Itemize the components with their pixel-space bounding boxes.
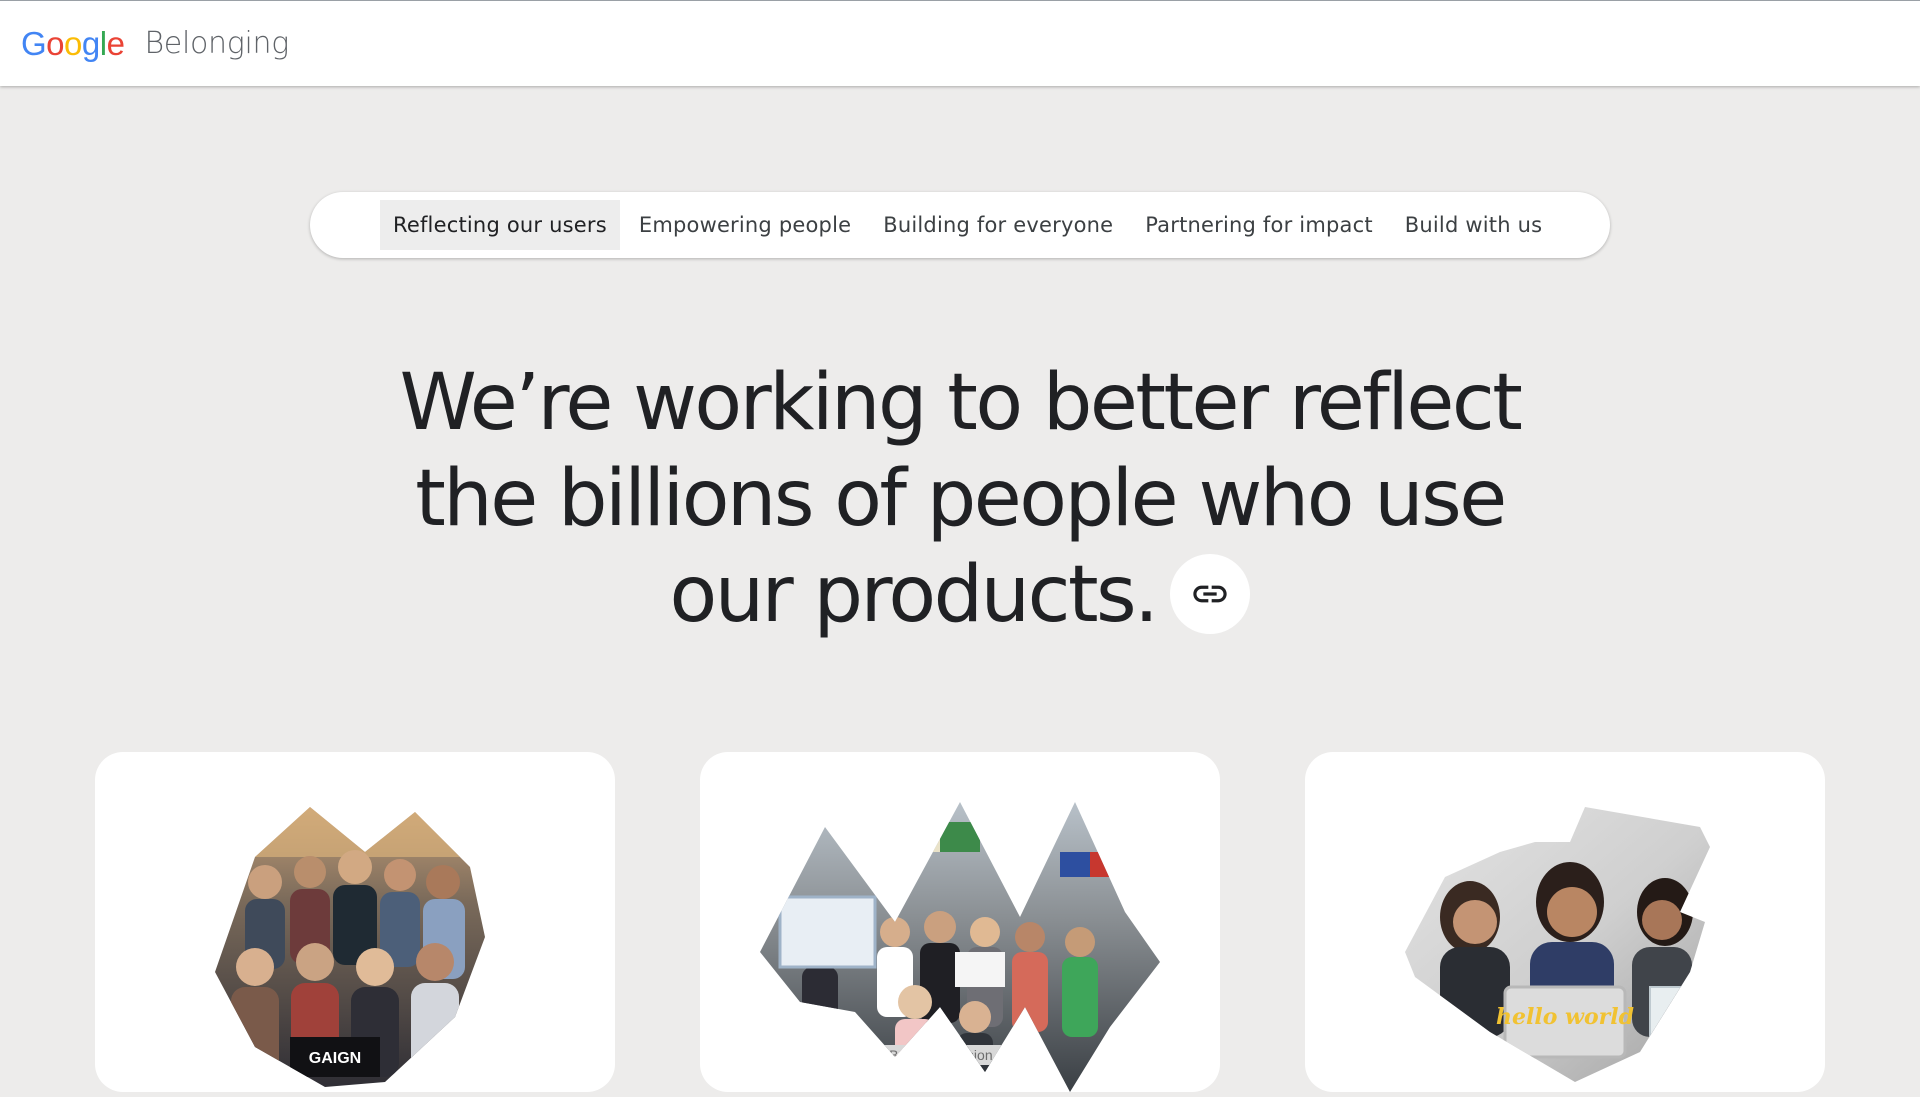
photo-sign-text: #BOLDImmersion [881,1047,992,1063]
logo-letter: e [106,24,125,62]
site-title[interactable]: Belonging [144,26,289,61]
tab-building-for-everyone[interactable]: Building for everyone [870,200,1126,250]
google-logo[interactable]: Google [21,24,125,63]
team-photo-zigzag-collage: #BOLDImmersion [760,802,1160,1092]
tab-reflecting-our-users[interactable]: Reflecting our users [380,200,620,250]
section-nav: Reflecting our users Empowering people B… [310,192,1610,258]
team-photo-bolt-collage: hello world [1405,807,1710,1082]
logo-letter: o [64,24,82,62]
copy-link-button[interactable] [1170,553,1251,634]
logo-letter: l [99,24,107,62]
hero-line: We’re working to better reflect [399,358,1523,448]
tab-build-with-us[interactable]: Build with us [1392,200,1555,250]
hero-line-text: our products. [669,550,1159,640]
logo-letter: g [81,24,100,62]
logo-letter: G [21,24,47,62]
photo-sign-text: hello world [1496,1004,1634,1030]
team-photo-shield-collage: GAIGN [215,807,485,1087]
logo-letter: o [46,24,65,62]
photo-sign-text: GAIGN [309,1050,361,1067]
hero-line: our products. [360,547,1560,643]
tab-empowering-people[interactable]: Empowering people [626,200,864,250]
link-icon [1193,585,1228,602]
hero-line-text: the billions of people who use [415,454,1507,544]
card-empowering[interactable]: #BOLDImmersion [700,752,1220,1092]
hero-headline: We’re working to better reflect the bill… [360,355,1560,643]
card-reflecting[interactable]: GAIGN [95,752,615,1092]
hero-line: the billions of people who use [360,451,1560,547]
card-building[interactable]: hello world [1305,752,1825,1092]
site-header: Google Belonging [0,0,1920,86]
tab-partnering-for-impact[interactable]: Partnering for impact [1132,200,1386,250]
